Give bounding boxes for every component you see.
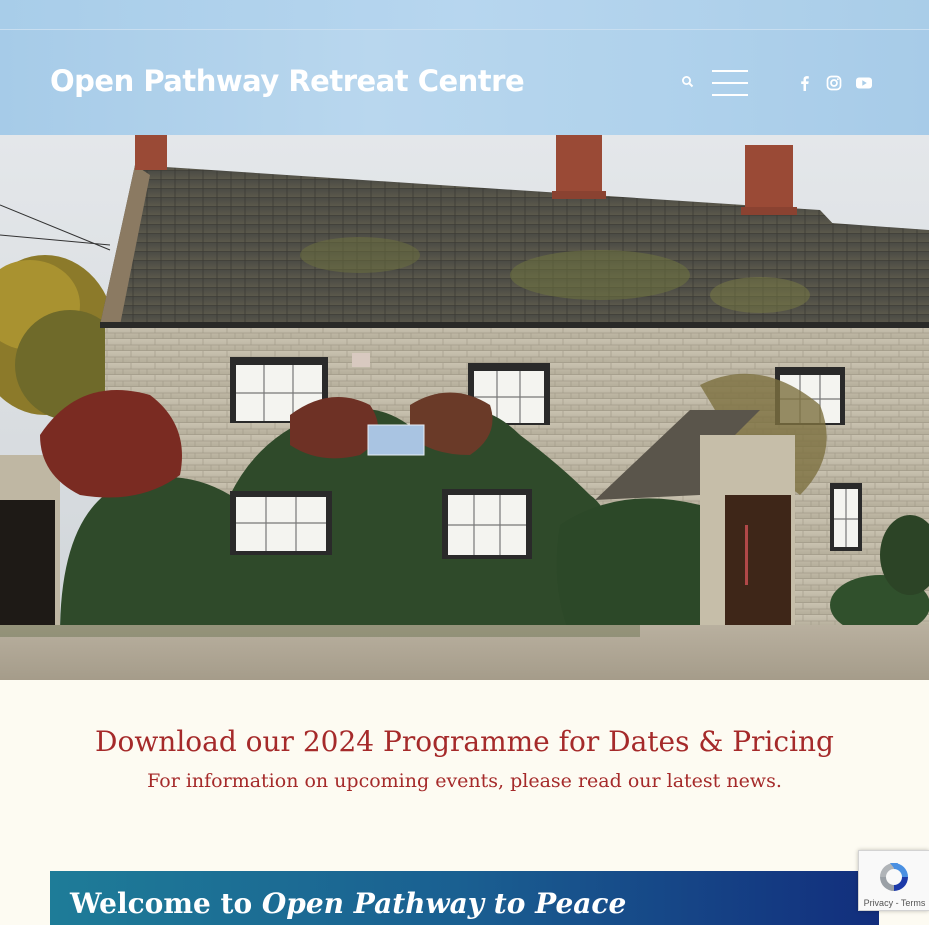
recaptcha-separator: - — [893, 898, 901, 908]
recaptcha-links: Privacy - Terms — [859, 898, 929, 908]
hamburger-menu-icon[interactable] — [712, 70, 748, 96]
site-header: Open Pathway Retreat Centre — [0, 30, 929, 135]
top-bar — [0, 0, 929, 30]
welcome-emphasis: Open Pathway to Peace — [261, 887, 627, 920]
welcome-banner: Welcome to Open Pathway to Peace — [50, 871, 879, 925]
recaptcha-terms-link[interactable]: Terms — [901, 898, 926, 908]
recaptcha-privacy-link[interactable]: Privacy — [864, 898, 894, 908]
download-programme-link[interactable]: Download our 2024 Programme for Dates & … — [0, 725, 929, 758]
recaptcha-badge[interactable]: Privacy - Terms — [858, 850, 929, 911]
youtube-icon[interactable] — [855, 74, 873, 92]
instagram-icon[interactable] — [825, 74, 843, 92]
latest-news-link[interactable]: For information on upcoming events, plea… — [0, 770, 929, 792]
site-title-link[interactable]: Open Pathway Retreat Centre — [50, 64, 525, 98]
hero-image — [0, 135, 929, 680]
recaptcha-icon — [876, 859, 912, 895]
search-icon[interactable] — [681, 75, 695, 89]
programme-promo: Download our 2024 Programme for Dates & … — [0, 680, 929, 870]
facebook-icon[interactable] — [796, 74, 814, 92]
stone-cottage-photo — [0, 135, 929, 680]
welcome-prefix: Welcome to — [70, 887, 253, 920]
welcome-heading: Welcome to Open Pathway to Peace — [70, 887, 626, 920]
